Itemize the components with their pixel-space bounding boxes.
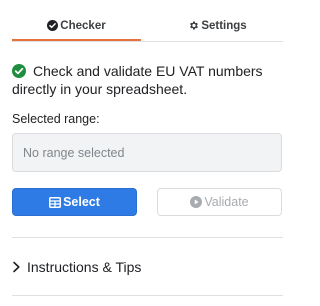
selected-range-label: Selected range: [12, 112, 100, 126]
chevron-right-icon [12, 261, 21, 273]
validate-button[interactable]: Validate [157, 188, 282, 216]
gear-icon [188, 20, 199, 31]
check-circle-icon [47, 20, 59, 31]
instructions-accordion[interactable]: Instructions & Tips [12, 255, 141, 279]
tabs-divider [12, 41, 283, 42]
intro-text: Check and validate EU VAT numbers direct… [12, 62, 284, 98]
tab-bar: Checker Settings [12, 10, 282, 42]
validate-button-label: Validate [204, 195, 249, 209]
select-button-label: Select [63, 195, 100, 209]
select-button[interactable]: Select [12, 188, 137, 216]
table-icon [49, 196, 62, 208]
section-divider [12, 295, 283, 296]
tab-checker-label: Checker [60, 19, 106, 32]
tab-checker[interactable]: Checker [12, 10, 141, 41]
tab-settings[interactable]: Settings [153, 10, 282, 41]
section-divider [12, 237, 283, 238]
tab-settings-label: Settings [201, 19, 247, 32]
intro-message: Check and validate EU VAT numbers direct… [12, 63, 263, 97]
play-circle-icon [190, 196, 203, 208]
selected-range-field[interactable] [12, 133, 282, 172]
instructions-label: Instructions & Tips [27, 259, 142, 275]
check-circle-icon [12, 64, 26, 78]
